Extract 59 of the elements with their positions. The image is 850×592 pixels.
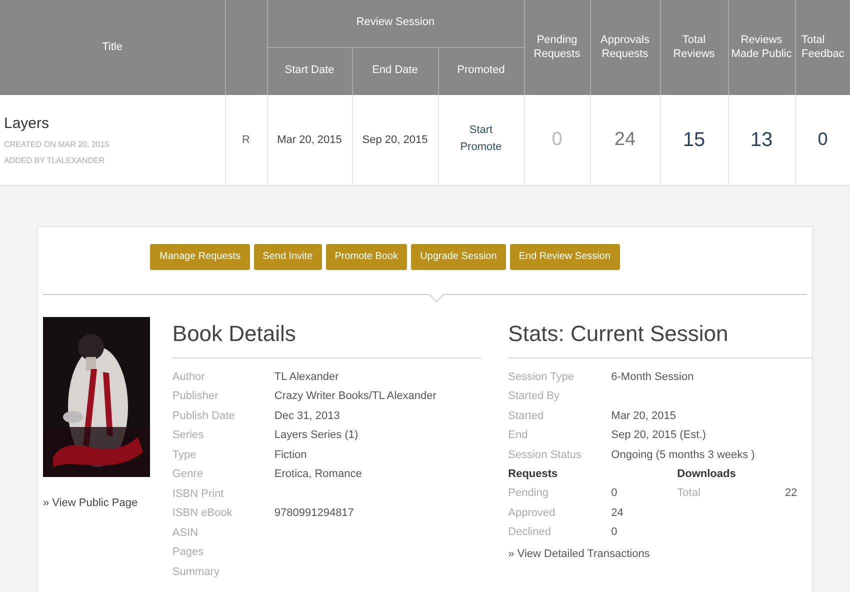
table-cell: 15 [682,128,706,151]
field-value: 9780991294817 [274,506,354,521]
table-cell: Mar 20, 2015 [277,134,342,146]
requests-heading: Requests [508,467,559,482]
field-label: ISBN eBook [172,506,234,521]
action-button[interactable]: Send Invite [254,244,322,270]
field-value: Erotica, Romance [274,467,362,482]
column-header: Review Session [267,0,524,47]
field-label: Series [172,428,205,443]
field-value: 22 [784,486,798,501]
table-cell: 0 [818,129,828,150]
table-cell: 0 [552,128,562,150]
table-cell: Sep 20, 2015 [362,134,428,146]
field-label: Declined [508,525,552,540]
table-cell: 24 [614,128,636,150]
field-label: End [508,428,529,443]
field-label: Type [172,448,198,462]
action-button[interactable]: Promote Book [326,244,408,270]
field-value: 6-Month Session [611,370,694,384]
field-value: Mar 20, 2015 [611,408,676,424]
field-label: Total [677,486,700,501]
field-label: Session Type [508,370,575,384]
field-label: Session Status [508,448,583,462]
field-label: Publisher [172,389,220,404]
field-label: Approved [508,506,556,520]
rating: R [242,134,250,146]
section-heading: Book Details [172,320,297,348]
field-value: TL Alexander [274,370,339,384]
field-label: Publish Date [172,408,236,424]
section-heading: Stats: Current Session [508,320,730,348]
field-value: Fiction [274,448,307,462]
table-cell: 13 [750,128,773,151]
field-label: Pending [508,486,550,501]
action-button[interactable]: Upgrade Session [411,244,506,270]
field-value: Dec 31, 2013 [274,408,340,424]
action-button[interactable]: End Review Session [510,244,620,270]
field-value: Ongoing (5 months 3 weeks ) [611,448,755,462]
book-title: Layers [4,114,50,134]
start-promote-link[interactable]: Start Promote [456,122,506,155]
field-label: Pages [172,545,205,560]
field-value: 0 [611,486,618,501]
field-value: Layers Series (1) [274,428,358,443]
field-value: Sep 20, 2015 (Est.) [611,428,706,443]
created-date: CREATED ON MAR 20, 2015 [4,139,110,151]
field-label: Author [172,370,206,384]
view-public-page-link[interactable]: » View Public Page [43,494,172,511]
field-label: ISBN Print [172,486,225,502]
field-label: Genre [172,467,204,482]
action-button[interactable]: Manage Requests [150,244,250,270]
downloads-heading: Downloads [677,467,737,482]
added-by: ADDED BY TLALEXANDER [4,155,106,167]
view-transactions-link[interactable]: » View Detailed Transactions [508,546,812,562]
field-value: 0 [611,525,618,540]
field-value: 24 [611,506,624,520]
field-label: ASIN [172,526,200,540]
field-value: Crazy Writer Books/TL Alexander [274,389,436,404]
field-label: Started By [508,389,561,404]
field-label: Started [508,408,545,424]
field-label: Summary [172,564,220,580]
